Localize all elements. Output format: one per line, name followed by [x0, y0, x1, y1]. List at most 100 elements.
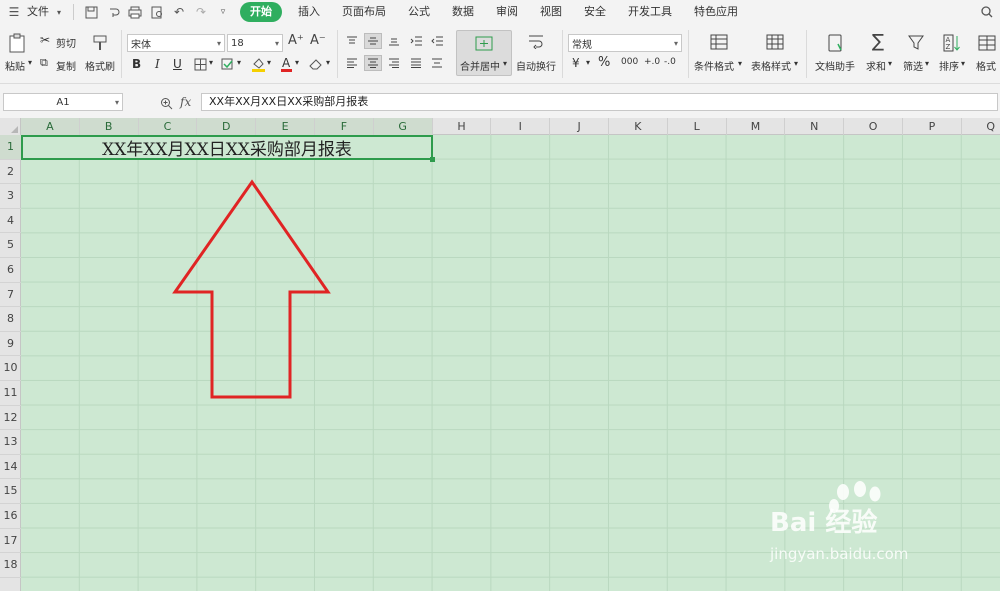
conditional-format-icon[interactable] — [708, 32, 730, 52]
paste-icon[interactable] — [6, 32, 28, 54]
chevron-down-icon[interactable]: ▾ — [586, 58, 590, 67]
doc-helper-icon[interactable] — [826, 32, 846, 54]
fill-pattern-icon[interactable] — [220, 56, 236, 72]
merge-center-button: 合并居中 — [460, 62, 500, 73]
underline-button[interactable]: U — [173, 57, 182, 71]
align-left-icon[interactable] — [344, 56, 360, 70]
chevron-down-icon[interactable]: ▾ — [267, 58, 271, 67]
undo-history-icon[interactable] — [105, 4, 121, 20]
chevron-down-icon: ▾ — [274, 38, 279, 48]
svg-text:Z: Z — [946, 43, 951, 51]
undo-icon[interactable]: ↶ — [171, 4, 187, 20]
wrap-text-button[interactable]: 自动换行 — [516, 58, 556, 73]
tab-developer[interactable]: 开发工具 — [620, 2, 680, 22]
table-style-icon[interactable] — [764, 32, 786, 52]
chevron-down-icon: ▾ — [673, 38, 678, 48]
tab-view[interactable]: 视图 — [532, 2, 570, 22]
zoom-icon[interactable] — [158, 95, 174, 111]
redo-icon[interactable]: ↷ — [193, 4, 209, 20]
align-center-icon[interactable] — [364, 55, 382, 71]
number-format-select[interactable]: 常规 ▾ — [568, 34, 682, 52]
format-painter-icon[interactable] — [90, 32, 110, 54]
chevron-down-icon[interactable]: ▾ — [209, 58, 213, 67]
menu-file[interactable]: 文件 — [25, 2, 51, 22]
format-painter-button[interactable]: 格式刷 — [85, 58, 115, 73]
more-dropdown-icon[interactable]: ▿ — [215, 4, 231, 20]
tab-insert[interactable]: 插入 — [290, 2, 328, 22]
increase-indent-icon[interactable] — [408, 34, 424, 48]
merge-center-group[interactable]: 合并居中 ▾ — [456, 30, 512, 76]
font-size-select[interactable]: 18 ▾ — [227, 34, 283, 52]
distributed-align-icon[interactable] — [429, 56, 445, 70]
eraser-icon[interactable] — [308, 56, 324, 72]
save-icon[interactable] — [83, 4, 99, 20]
format-button[interactable]: 格式 — [976, 58, 996, 73]
shrink-font-button[interactable]: A⁻ — [310, 33, 326, 48]
chevron-down-icon: ▾ — [114, 97, 119, 107]
fx-label[interactable]: fx — [180, 95, 191, 109]
thousands-separator-button[interactable]: 000 — [621, 57, 638, 67]
tab-security[interactable]: 安全 — [576, 2, 614, 22]
align-right-icon[interactable] — [386, 56, 402, 70]
paste-dropdown-icon[interactable]: ▾ — [28, 58, 32, 67]
divider — [121, 30, 122, 78]
increase-decimal-button[interactable]: +.0 — [644, 57, 660, 67]
percent-button[interactable]: % — [598, 55, 610, 70]
search-icon[interactable] — [979, 4, 995, 20]
bold-button[interactable]: B — [132, 57, 141, 71]
chevron-down-icon[interactable]: ▾ — [54, 4, 64, 20]
table-style-button[interactable]: 表格样式 — [751, 58, 791, 73]
justify-icon[interactable] — [408, 56, 424, 70]
print-preview-icon[interactable] — [149, 4, 165, 20]
font-size-value: 18 — [231, 37, 244, 49]
tab-review[interactable]: 审阅 — [488, 2, 526, 22]
formula-bar: A1 ▾ fx XX年XX月XX日XX采购部月报表 — [0, 90, 1000, 116]
watermark-url: jingyan.baidu.com — [770, 545, 909, 563]
chevron-down-icon[interactable]: ▾ — [738, 59, 742, 68]
chevron-down-icon[interactable]: ▾ — [961, 59, 965, 68]
number-format-value: 常规 — [572, 39, 592, 51]
divider — [337, 30, 338, 78]
tab-formulas[interactable]: 公式 — [400, 2, 438, 22]
print-icon[interactable] — [127, 4, 143, 20]
chevron-down-icon[interactable]: ▾ — [925, 59, 929, 68]
fill-color-icon[interactable] — [250, 55, 266, 73]
chevron-down-icon[interactable]: ▾ — [326, 58, 330, 67]
formula-input[interactable]: XX年XX月XX日XX采购部月报表 — [201, 93, 998, 111]
align-middle-icon[interactable] — [364, 33, 382, 49]
tab-page-layout[interactable]: 页面布局 — [334, 2, 394, 22]
ribbon-toolbar: 粘贴 ▾ ✂ 剪切 ⧉ 复制 格式刷 宋体 ▾ 18 ▾ A⁺ A⁻ B I U ▾… — [0, 24, 1000, 84]
font-name-select[interactable]: 宋体 ▾ — [127, 34, 225, 52]
cut-button[interactable]: 剪切 — [56, 35, 76, 50]
chevron-down-icon[interactable]: ▾ — [295, 58, 299, 67]
tab-home[interactable]: 开始 — [240, 2, 282, 22]
sum-button[interactable]: 求和 — [866, 58, 886, 73]
chevron-down-icon[interactable]: ▾ — [888, 59, 892, 68]
sum-icon[interactable]: ∑ — [872, 31, 884, 52]
sort-icon[interactable]: AZ — [942, 32, 962, 54]
doc-helper-button[interactable]: 文档助手 — [815, 58, 855, 73]
filter-button[interactable]: 筛选 — [903, 58, 923, 73]
copy-button[interactable]: 复制 — [56, 58, 76, 73]
chevron-down-icon[interactable]: ▾ — [237, 58, 241, 67]
font-color-icon[interactable]: A — [279, 55, 293, 73]
decrease-decimal-button[interactable]: -.0 — [664, 57, 676, 67]
paste-button[interactable]: 粘贴 — [5, 58, 25, 73]
chevron-down-icon[interactable]: ▾ — [794, 59, 798, 68]
name-box[interactable]: A1 ▾ — [3, 93, 123, 111]
hamburger-menu-icon[interactable]: ☰ — [6, 4, 22, 20]
wrap-text-icon[interactable] — [526, 32, 546, 50]
conditional-format-button[interactable]: 条件格式 — [694, 58, 734, 73]
decrease-indent-icon[interactable] — [429, 34, 445, 48]
italic-button[interactable]: I — [155, 57, 160, 71]
sort-button[interactable]: 排序 — [939, 58, 959, 73]
tab-special-apps[interactable]: 特色应用 — [686, 2, 746, 22]
align-bottom-icon[interactable] — [386, 34, 402, 48]
align-top-icon[interactable] — [344, 34, 360, 48]
grow-font-button[interactable]: A⁺ — [288, 33, 304, 48]
tab-data[interactable]: 数据 — [444, 2, 482, 22]
format-icon[interactable] — [976, 33, 998, 53]
currency-icon[interactable]: ¥ — [572, 56, 580, 70]
filter-icon[interactable] — [906, 33, 926, 53]
border-icon[interactable] — [192, 56, 208, 72]
